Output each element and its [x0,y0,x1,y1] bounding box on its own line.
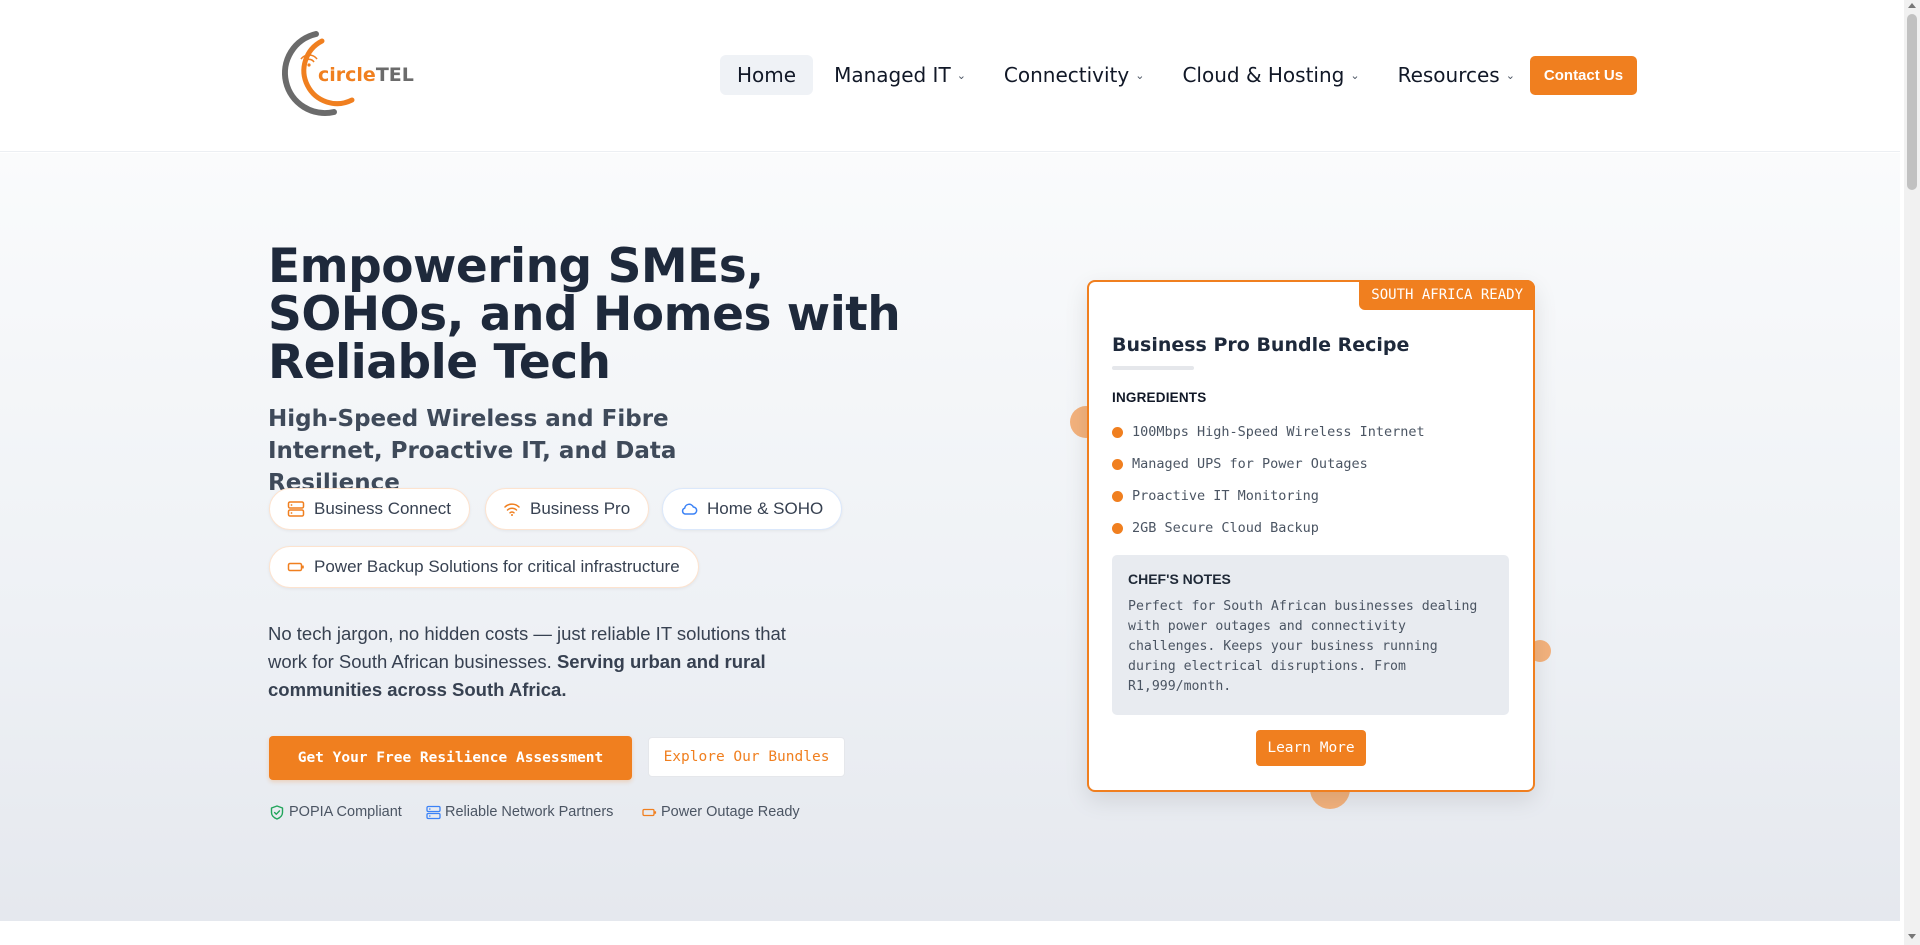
next-section [0,921,1900,945]
ingredients-heading: INGREDIENTS [1112,390,1207,405]
nav-item-label: Connectivity [1003,63,1130,87]
bullet-dot-icon [1112,522,1123,534]
server-icon [286,499,306,519]
logo-wordmark-circle: circle [318,64,376,86]
south-africa-ready-badge: SOUTH AFRICA READY [1359,280,1535,310]
chevron-down-icon: ⌄ [1135,68,1145,82]
trust-label: Reliable Network Partners [445,804,614,820]
bullet-dot-icon [1112,426,1123,438]
ingredient-label: 100Mbps High-Speed Wireless Internet [1132,424,1425,440]
bullet-dot-icon [1112,490,1123,502]
nav-item-resources[interactable]: Resources ⌄ [1381,55,1532,95]
chevron-down-icon: ⌄ [1505,68,1515,82]
ingredient-label: Managed UPS for Power Outages [1132,456,1368,472]
nav-item-cloud-hosting[interactable]: Cloud & Hosting ⌄ [1165,55,1376,95]
scroll-down-arrow-icon[interactable] [1908,934,1916,939]
logo-wordmark: circleTEL [318,64,414,86]
explore-bundles-button[interactable]: Explore Our Bundles [648,737,845,777]
scrollbar-thumb[interactable] [1907,14,1917,190]
wifi-icon [502,499,522,519]
learn-more-button[interactable]: Learn More [1256,730,1366,766]
chip-label: Power Backup Solutions for critical infr… [314,557,680,576]
ingredient-label: Proactive IT Monitoring [1132,488,1319,504]
trust-network-partners: Reliable Network Partners [425,804,613,820]
server-icon [425,804,441,820]
cloud-icon [679,499,699,519]
hero-description: No tech jargon, no hidden costs — just r… [268,620,828,704]
trust-label: Power Outage Ready [661,804,800,820]
list-item: Proactive IT Monitoring [1112,480,1425,512]
chevron-down-icon: ⌄ [1350,68,1360,82]
chip-label: Home & SOHO [707,499,824,518]
scroll-up-arrow-icon[interactable] [1908,3,1916,8]
circletel-logo[interactable]: circleTEL [270,28,414,120]
list-item: Managed UPS for Power Outages [1112,448,1425,480]
chefs-notes-text: Perfect for South African businesses dea… [1128,599,1478,694]
chip-power-backup[interactable]: Power Backup Solutions for critical infr… [269,546,699,588]
chip-business-connect[interactable]: Business Connect [269,488,471,530]
battery-icon [286,557,306,577]
bundle-recipe-card: SOUTH AFRICA READY Business Pro Bundle R… [1087,280,1535,792]
nav-item-label: Home [737,63,797,87]
card-title: Business Pro Bundle Recipe [1112,334,1410,356]
trust-popia: POPIA Compliant [269,804,402,820]
chefs-notes-heading: CHEF'S NOTES [1128,571,1231,587]
chip-business-pro[interactable]: Business Pro [485,488,650,530]
chip-label: Business Connect [314,499,452,518]
trust-label: POPIA Compliant [289,804,402,820]
chevron-down-icon: ⌄ [956,68,966,82]
list-item: 2GB Secure Cloud Backup [1112,512,1425,544]
chip-home-soho[interactable]: Home & SOHO [662,488,843,530]
hero-subheadline: High-Speed Wireless and Fibre Internet, … [268,406,677,496]
nav-item-managed-it[interactable]: Managed IT ⌄ [817,55,983,95]
contact-us-button[interactable]: Contact Us [1530,56,1637,95]
page-scrollbar[interactable] [1904,0,1920,945]
site-header: circleTEL Home Managed IT ⌄ Connectivity… [0,0,1900,152]
ingredients-list: 100Mbps High-Speed Wireless Internet Man… [1112,416,1425,544]
bullet-dot-icon [1112,458,1123,470]
shield-check-icon [269,804,285,820]
list-item: 100Mbps High-Speed Wireless Internet [1112,416,1425,448]
nav-item-label: Resources [1397,63,1500,87]
main-nav: Home Managed IT ⌄ Connectivity ⌄ Cloud &… [720,55,1536,95]
ingredient-label: 2GB Secure Cloud Backup [1132,520,1319,536]
nav-item-connectivity[interactable]: Connectivity ⌄ [987,55,1162,95]
hero-headline: Empowering SMEs, SOHOs, and Homes with R… [268,239,901,390]
nav-item-label: Cloud & Hosting [1182,63,1345,87]
chip-label: Business Pro [530,499,631,518]
trust-power-outage: Power Outage Ready [641,804,800,820]
card-divider [1112,366,1194,370]
chefs-notes: CHEF'S NOTES Perfect for South African b… [1112,555,1509,715]
free-assessment-button[interactable]: Get Your Free Resilience Assessment [269,736,632,780]
battery-icon [641,804,657,820]
nav-item-label: Managed IT [834,63,951,87]
nav-item-home[interactable]: Home [720,55,814,95]
logo-wordmark-tel: TEL [375,64,414,86]
